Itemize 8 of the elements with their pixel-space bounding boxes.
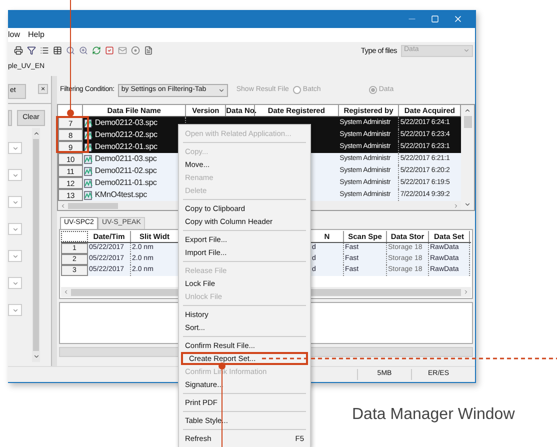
figure-caption: Data Manager Window bbox=[352, 405, 515, 425]
table-cell: Demo0211-03.spc bbox=[94, 153, 157, 165]
table-cell: Demo0212-02.spc bbox=[94, 129, 158, 141]
table-cell: KMnO4test.spc bbox=[94, 189, 147, 201]
table-cell: Demo0212-03.spc bbox=[94, 117, 158, 129]
table-cell: Demo0211-02.spc bbox=[94, 165, 157, 177]
table-cell: Demo0212-01.spc bbox=[94, 141, 158, 153]
table-cell: Demo0211-01.spc bbox=[94, 177, 157, 189]
